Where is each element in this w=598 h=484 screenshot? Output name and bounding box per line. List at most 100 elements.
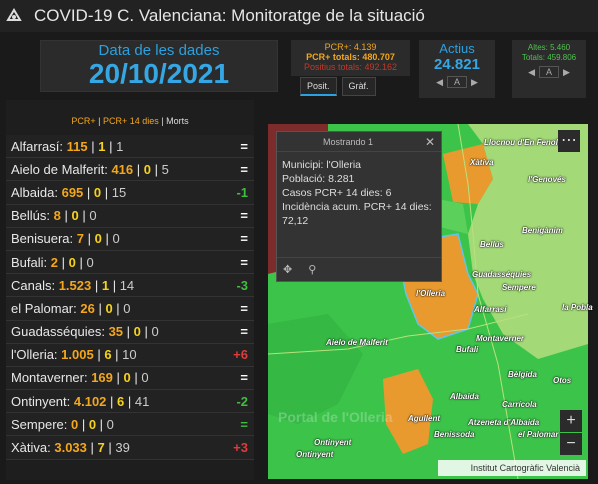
trend-value: -1 [236,184,248,200]
altes-pager-indicator[interactable]: A [538,66,559,78]
row-values: Alfarrasí: 115 | 1 | 1 [11,138,124,154]
list-item[interactable]: Bufali: 2 | 0 | 0 = [6,250,254,275]
map-town-label: Otos [553,376,572,385]
morts-value: 0 [141,370,149,386]
header-morts: Morts [166,116,189,126]
pcr-value: 26 [80,300,95,316]
virus-logo-icon [6,8,22,24]
map-town-label: Llocnou d'En Fenollet [484,138,568,147]
row-values: l'Olleria: 1.005 | 6 | 10 [11,347,137,363]
map-attribution: Institut Cartogràfic Valencià [438,460,586,476]
morts-value: 15 [111,184,127,200]
list-item[interactable]: Canals: 1.523 | 1 | 14 -3 [6,274,254,298]
pcr-value: 4.102 [73,393,107,409]
row-values: Ontinyent: 4.102 | 6 | 41 [11,393,150,409]
popup-incidencia: Incidència acum. PCR+ 14 dies: 72,12 [282,201,432,227]
next-arrow-icon[interactable]: ▶ [471,77,478,88]
list-item[interactable]: Albaida: 695 | 0 | 15 -1 [6,181,254,205]
morts-value: 0 [106,416,114,432]
list-item[interactable]: l'Olleria: 1.005 | 6 | 10 +6 [6,343,254,367]
list-item[interactable]: Xàtiva: 3.033 | 7 | 39 +3 [6,436,254,460]
list-item[interactable]: Sempere: 0 | 0 | 0 = [6,413,254,437]
prev-arrow-icon[interactable]: ◀ [528,67,535,77]
map-town-label: Ontinyent [296,450,334,459]
row-values: Benisuera: 7 | 0 | 0 [11,231,120,247]
municipality-name: Xàtiva: [11,440,55,456]
list-item[interactable]: Alfarrasí: 115 | 1 | 1 = [6,135,254,159]
list-item[interactable]: Aielo de Malferit: 416 | 0 | 5 = [6,158,254,182]
pcr14-value: 0 [68,254,76,270]
trend-value: = [240,300,248,316]
pcr-value: 2 [50,254,58,270]
row-values: Canals: 1.523 | 1 | 14 [11,277,135,293]
more-options-icon[interactable]: ⋯ [558,130,580,152]
trend-value: = [240,416,248,432]
feature-popup: Mostrando 1 ✕ Municipi: l'Olleria Poblac… [276,131,442,282]
tab-posit[interactable]: Posit. [300,77,337,96]
zoom-to-icon[interactable]: ⚲ [308,263,316,276]
map-town-label: Bufali [456,345,479,354]
pcr-tabs: Posit. Gràf. [300,77,381,96]
list-item[interactable]: Ontinyent: 4.102 | 6 | 41 -2 [6,390,254,414]
actius-pager-indicator[interactable]: A [446,76,467,88]
actius-pager: ◀ A ▶ [419,76,495,88]
zoom-in-button[interactable]: + [560,410,582,432]
list-item[interactable]: Montaverner: 169 | 0 | 0 = [6,366,254,391]
map-town-label: Benigànim [522,226,563,235]
municipality-name: l'Olleria: [11,347,62,363]
trend-value: = [240,138,248,154]
pcr14-value: 0 [105,300,113,316]
popup-municipi: Municipi: l'Olleria [282,159,362,171]
list-item[interactable]: Bellús: 8 | 0 | 0 = [6,204,254,228]
row-values: el Palomar: 26 | 0 | 0 [11,300,131,316]
map-town-label: Aielo de Malferit [326,338,388,347]
trend-value: = [240,208,248,224]
municipality-name: Albaida: [11,184,62,200]
popup-poblacio: Població: 8.281 [282,173,355,185]
municipality-name: Canals: [11,277,59,293]
date-panel: Data de les dades 20/10/2021 [40,40,278,92]
municipality-list: Alfarrasí: 115 | 1 | 1 = Aielo de Malferit… [6,135,254,460]
pcr14-value: 0 [143,161,151,177]
row-values: Xàtiva: 3.033 | 7 | 39 [11,440,130,456]
morts-value: 14 [119,277,135,293]
pan-icon[interactable]: ✥ [283,263,292,276]
map-town-label: l'Olleria [416,289,446,298]
map-town-label: Bèlgida [508,370,537,379]
pcr14-value: 0 [88,416,97,432]
list-item[interactable]: el Palomar: 26 | 0 | 0 = [6,297,254,321]
popup-body: Municipi: l'Olleria Població: 8.281 Caso… [277,152,441,228]
list-item[interactable]: Guadasséquies: 35 | 0 | 0 = [6,320,254,344]
trend-value: -3 [236,277,248,293]
morts-value: 1 [116,138,124,154]
pcr-value: 8 [53,208,61,224]
list-item[interactable]: Benisuera: 7 | 0 | 0 = [6,227,254,251]
altes-panel: Altes: 5.460 Totals: 459.806 ◀ A ▶ [512,40,586,98]
pcr-value: 35 [108,324,124,340]
pcr-total: PCR+ totals: 480.707 [306,52,395,62]
positius-total: Positius totals: 492.162 [303,62,398,72]
actius-label: Actius [439,41,475,56]
row-values: Sempere: 0 | 0 | 0 [11,416,114,432]
trend-value: = [240,231,248,247]
trend-value: +3 [233,440,248,456]
pcr14-value: 0 [71,208,79,224]
header-bar: COVID-19 C. Valenciana: Monitoratge de l… [0,0,598,32]
pcr-value: 695 [61,184,84,200]
next-arrow-icon[interactable]: ▶ [563,67,570,77]
prev-arrow-icon[interactable]: ◀ [436,77,443,88]
tab-graf[interactable]: Gràf. [341,77,376,96]
morts-value: 5 [161,161,169,177]
popup-title: Mostrando 1 [323,136,374,147]
morts-value: 41 [134,393,150,409]
municipality-name: el Palomar: [11,300,81,316]
header-pcr14: PCR+ 14 dies [102,116,159,126]
pcr14-value: 6 [104,347,112,363]
pcr14-value: 0 [94,231,102,247]
map-town-label: Benissoda [434,430,475,439]
close-icon[interactable]: ✕ [425,135,435,149]
row-values: Albaida: 695 | 0 | 15 [11,184,127,200]
trend-value: +6 [233,347,248,363]
zoom-out-button[interactable]: − [560,433,582,455]
date-label: Data de les dades [98,42,220,59]
